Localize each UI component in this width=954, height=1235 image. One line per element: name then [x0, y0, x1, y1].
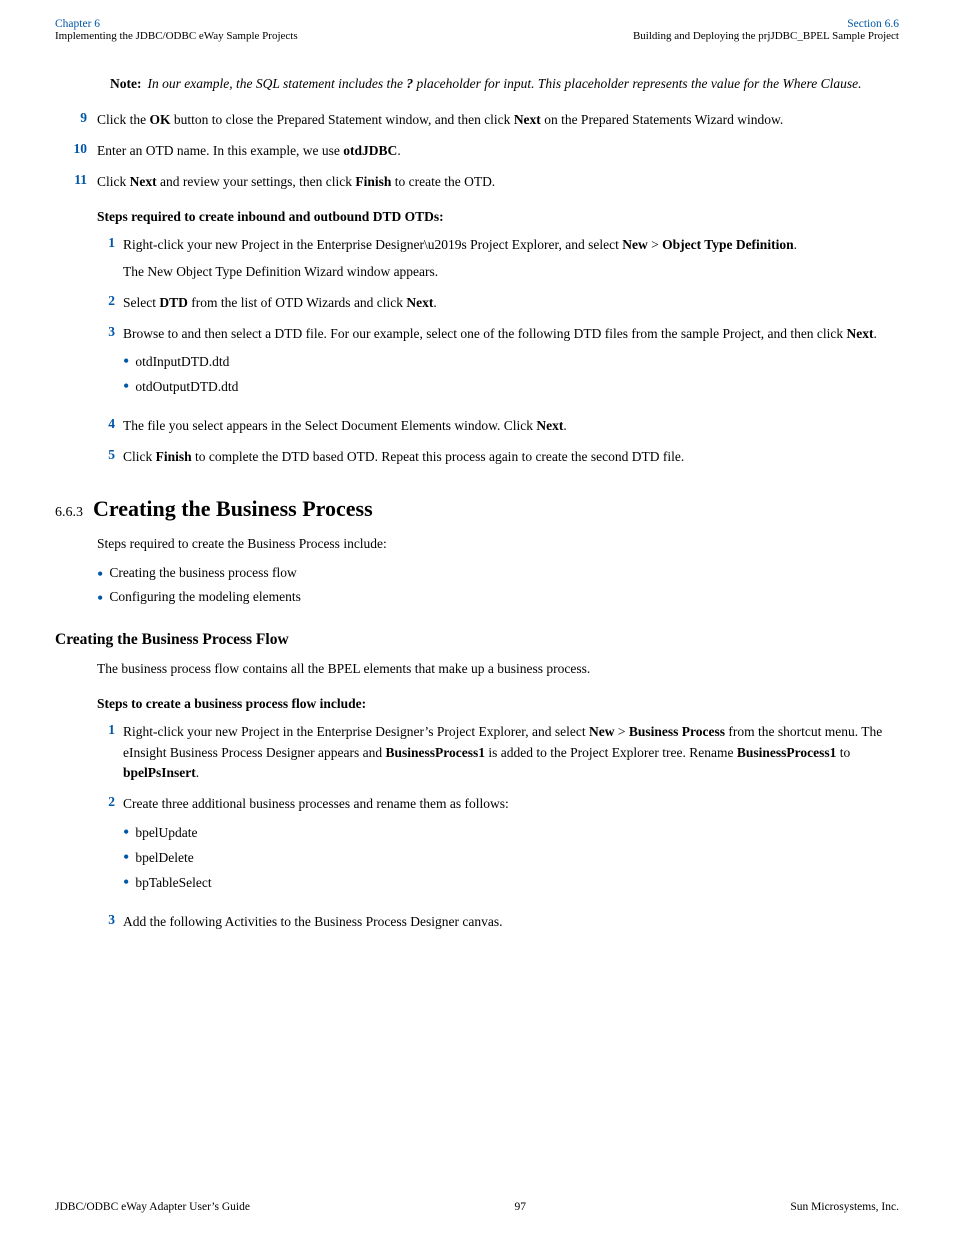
list-item: 10 Enter an OTD name. In this example, w…: [55, 141, 899, 162]
step-num: 1: [97, 235, 123, 283]
step-num: 5: [97, 447, 123, 468]
bullet-text: Creating the business process flow: [109, 565, 296, 581]
flow-steps-list: 1 Right-click your new Project in the En…: [97, 722, 899, 933]
bullet-icon: •: [97, 589, 103, 609]
main-steps-list: 9 Click the OK button to close the Prepa…: [55, 110, 899, 193]
note-text: In our example, the SQL statement includ…: [147, 76, 861, 92]
list-item: • bpelDelete: [123, 848, 899, 869]
step-num: 3: [97, 912, 123, 933]
page-footer: JDBC/ODBC eWay Adapter User’s Guide 97 S…: [0, 1201, 954, 1213]
step-text: Create three additional business process…: [123, 794, 899, 902]
step-num: 2: [97, 794, 123, 902]
bullet-icon: •: [97, 565, 103, 585]
section-heading-663: 6.6.3 Creating the Business Process: [55, 496, 899, 522]
page: Chapter 6 Implementing the JDBC/ODBC eWa…: [0, 0, 954, 1235]
list-item: 1 Right-click your new Project in the En…: [97, 722, 899, 785]
step-text: Enter an OTD name. In this example, we u…: [97, 141, 899, 162]
bullet-icon: •: [123, 352, 129, 372]
chapter-sub: Implementing the JDBC/ODBC eWay Sample P…: [55, 30, 298, 42]
footer-left: JDBC/ODBC eWay Adapter User’s Guide: [55, 1201, 250, 1213]
flow-steps-heading: Steps to create a business process flow …: [97, 696, 899, 712]
dtd-steps-list: 1 Right-click your new Project in the En…: [97, 235, 899, 468]
note-label: Note:: [110, 76, 141, 92]
main-content: Note: In our example, the SQL statement …: [0, 48, 954, 1003]
bullet-text: bpelDelete: [135, 848, 193, 869]
step-text: Click Finish to complete the DTD based O…: [123, 447, 899, 468]
bullet-icon: •: [123, 823, 129, 843]
step-text: The file you select appears in the Selec…: [123, 416, 899, 437]
subsection-flow-content: The business process flow contains all t…: [97, 659, 899, 933]
dtd-steps-heading: Steps required to create inbound and out…: [97, 209, 899, 225]
subsection-flow-heading: Creating the Business Process Flow: [55, 631, 899, 649]
list-item: 4 The file you select appears in the Sel…: [97, 416, 899, 437]
section-num: 6.6.3: [55, 505, 83, 521]
bullet-text: Configuring the modeling elements: [109, 589, 301, 605]
bullet-text: otdInputDTD.dtd: [135, 352, 229, 373]
bullet-text: otdOutputDTD.dtd: [135, 377, 238, 398]
step-text: Browse to and then select a DTD file. Fo…: [123, 324, 899, 407]
list-item: • otdOutputDTD.dtd: [123, 377, 899, 398]
bullet-icon: •: [123, 848, 129, 868]
dtd-steps: 1 Right-click your new Project in the En…: [97, 235, 899, 468]
step-text: Click the OK button to close the Prepare…: [97, 110, 899, 131]
list-item: • bpTableSelect: [123, 873, 899, 894]
list-item: • Configuring the modeling elements: [97, 589, 899, 609]
list-item: 2 Select DTD from the list of OTD Wizard…: [97, 293, 899, 314]
flow-step2-bullets: • bpelUpdate • bpelDelete • bpTableSelec…: [123, 823, 899, 894]
section-663-intro: Steps required to create the Business Pr…: [97, 534, 899, 555]
footer-right: Sun Microsystems, Inc.: [790, 1201, 899, 1213]
note-block: Note: In our example, the SQL statement …: [110, 76, 899, 92]
step-text: Add the following Activities to the Busi…: [123, 912, 899, 933]
list-item: 3 Browse to and then select a DTD file. …: [97, 324, 899, 407]
flow-para1: The business process flow contains all t…: [97, 659, 899, 680]
section-663-content: Steps required to create the Business Pr…: [97, 534, 899, 609]
header-left: Chapter 6 Implementing the JDBC/ODBC eWa…: [55, 18, 298, 42]
step-num: 10: [55, 141, 97, 162]
section-663-bullets: • Creating the business process flow • C…: [97, 565, 899, 609]
footer-center: 97: [514, 1201, 526, 1213]
bullet-icon: •: [123, 377, 129, 397]
page-header: Chapter 6 Implementing the JDBC/ODBC eWa…: [0, 0, 954, 48]
step-text: Click Next and review your settings, the…: [97, 172, 899, 193]
step-num: 1: [97, 722, 123, 785]
section-label: Section 6.6: [633, 18, 899, 30]
step-text: Right-click your new Project in the Ente…: [123, 235, 899, 283]
step-text: Select DTD from the list of OTD Wizards …: [123, 293, 899, 314]
step-num: 3: [97, 324, 123, 407]
step-num: 11: [55, 172, 97, 193]
list-item: • otdInputDTD.dtd: [123, 352, 899, 373]
step-text: Right-click your new Project in the Ente…: [123, 722, 899, 785]
list-item: 11 Click Next and review your settings, …: [55, 172, 899, 193]
header-right: Section 6.6 Building and Deploying the p…: [633, 18, 899, 42]
list-item: 2 Create three additional business proce…: [97, 794, 899, 902]
bullet-text: bpTableSelect: [135, 873, 211, 894]
section-title: Creating the Business Process: [93, 496, 373, 522]
step-num: 2: [97, 293, 123, 314]
dtd-bullet-list: • otdInputDTD.dtd • otdOutputDTD.dtd: [123, 352, 899, 398]
step-num: 9: [55, 110, 97, 131]
bullet-text: bpelUpdate: [135, 823, 197, 844]
list-item: 9 Click the OK button to close the Prepa…: [55, 110, 899, 131]
list-item: 1 Right-click your new Project in the En…: [97, 235, 899, 283]
list-item: • Creating the business process flow: [97, 565, 899, 585]
chapter-label: Chapter 6: [55, 18, 298, 30]
step-num: 4: [97, 416, 123, 437]
section-sub: Building and Deploying the prjJDBC_BPEL …: [633, 30, 899, 42]
bullet-icon: •: [123, 873, 129, 893]
list-item: 3 Add the following Activities to the Bu…: [97, 912, 899, 933]
list-item: • bpelUpdate: [123, 823, 899, 844]
list-item: 5 Click Finish to complete the DTD based…: [97, 447, 899, 468]
